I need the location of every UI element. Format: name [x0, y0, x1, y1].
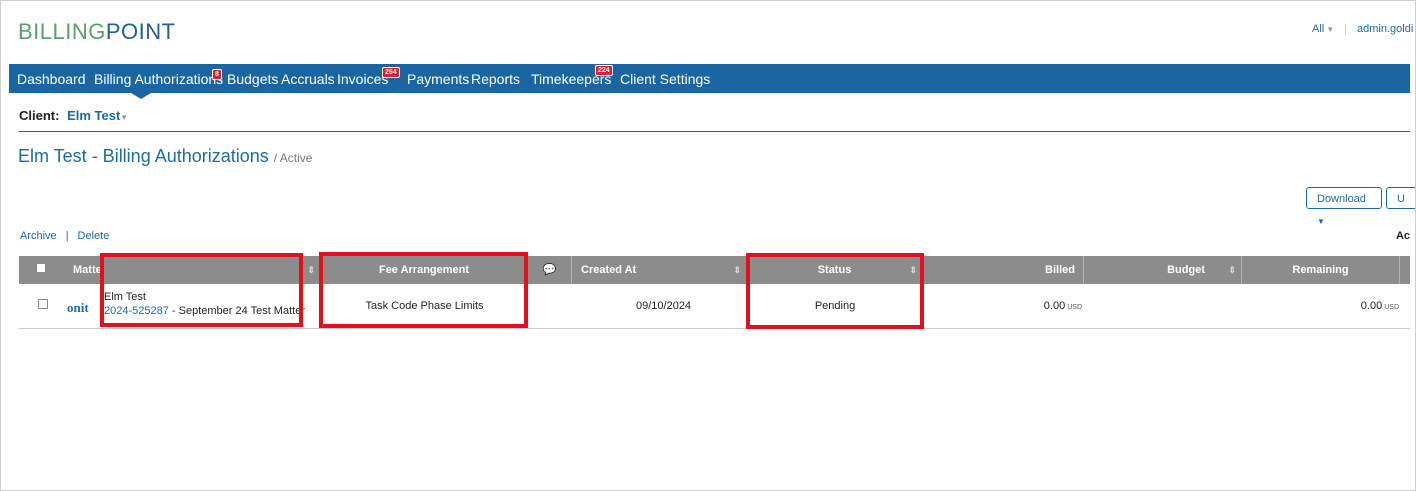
page-title: Elm Test - Billing Authorizations / Acti…	[18, 146, 312, 167]
chevron-down-icon: ▼	[120, 113, 129, 122]
invoices-badge: 254	[382, 67, 400, 78]
select-all-cell	[19, 256, 63, 284]
col-comments[interactable]: 💬	[528, 256, 572, 284]
nav-invoices[interactable]: Invoices	[337, 71, 388, 87]
col-matter-label: Matte	[73, 264, 102, 276]
client-selector: Client: Elm Test▼	[19, 108, 128, 123]
delete-link[interactable]: Delete	[78, 230, 110, 242]
col-created-at[interactable]: Created At ⇕	[572, 256, 747, 284]
nav-reports[interactable]: Reports	[471, 71, 520, 87]
secondary-label: U	[1397, 193, 1405, 205]
scope-label: All	[1311, 23, 1325, 35]
remaining-currency: USD	[1384, 304, 1399, 311]
nav-client-settings[interactable]: Client Settings	[620, 71, 710, 87]
billed-currency: USD	[1067, 304, 1082, 311]
logo-part-point: POINT	[105, 19, 176, 44]
client-label: Client:	[19, 108, 60, 123]
remaining-value: 0.00	[1360, 300, 1383, 312]
user-menu[interactable]: admin.goldi	[1357, 23, 1415, 35]
billing-authorizations-badge: 8	[212, 69, 222, 80]
client-dropdown[interactable]: Elm Test	[67, 108, 120, 123]
highlight-matter	[100, 253, 303, 327]
row-billed: 0.00 USD	[923, 300, 1082, 312]
caret-down-icon: ▼	[1317, 217, 1325, 226]
row-remaining: 0.00 USD	[1242, 300, 1399, 312]
nav-dashboard[interactable]: Dashboard	[17, 71, 86, 87]
divider: |	[1344, 23, 1347, 35]
nav-budgets[interactable]: Budgets	[227, 71, 278, 87]
download-label: Download	[1317, 193, 1366, 205]
col-matter[interactable]: Matte	[63, 256, 102, 284]
nav-accruals[interactable]: Accruals	[281, 71, 335, 87]
col-remaining[interactable]: Remaining	[1242, 256, 1400, 284]
billingpoint-logo[interactable]: BILLINGPOINT	[18, 19, 176, 45]
row-created-at: 09/10/2024	[636, 300, 692, 312]
sort-icon: ⇕	[307, 265, 315, 275]
top-right-menu: All ▼ | admin.goldi	[1312, 23, 1415, 35]
actions-label: Ac	[1395, 230, 1410, 242]
divider	[19, 131, 1410, 132]
chevron-down-icon: ▼	[1326, 25, 1335, 34]
browser-frame: BILLINGPOINT All ▼ | admin.goldi Dashboar…	[0, 0, 1416, 491]
divider: |	[65, 230, 69, 242]
active-nav-indicator	[131, 93, 151, 99]
page-subtitle: / Active	[273, 151, 313, 165]
bulk-actions: Archive | Delete	[20, 230, 109, 242]
nav-billing-authorizations[interactable]: Billing Authorizations	[94, 71, 223, 87]
page-title-text: Elm Test - Billing Authorizations	[18, 146, 269, 166]
col-billed-label: Billed	[1045, 264, 1075, 276]
logo-part-billing: BILLING	[18, 19, 106, 44]
row-checkbox[interactable]	[38, 299, 48, 309]
sort-icon: ⇕	[733, 265, 741, 275]
col-remaining-label: Remaining	[1292, 264, 1349, 276]
nav-payments[interactable]: Payments	[407, 71, 469, 87]
highlight-fee-arrangement	[319, 252, 528, 328]
scope-dropdown[interactable]: All ▼	[1312, 23, 1334, 35]
sort-icon: ⇕	[1228, 265, 1236, 275]
secondary-button[interactable]: U	[1386, 187, 1415, 209]
archive-link[interactable]: Archive	[20, 230, 57, 242]
col-billed[interactable]: Billed	[923, 256, 1084, 284]
col-created-at-label: Created At	[581, 264, 637, 276]
col-budget-label: Budget	[1167, 264, 1205, 276]
download-button[interactable]: Download ▼	[1306, 187, 1382, 226]
onit-logo: onit	[67, 300, 89, 315]
main-nav: Dashboard Billing Authorizations 8 Budge…	[9, 64, 1410, 93]
timekeepers-badge: 224	[595, 65, 613, 76]
comment-icon: 💬	[542, 264, 557, 276]
highlight-status	[746, 253, 924, 329]
billed-value: 0.00	[1043, 300, 1066, 312]
select-all-checkbox[interactable]	[36, 263, 46, 273]
col-budget[interactable]: Budget ⇕	[1084, 256, 1242, 284]
